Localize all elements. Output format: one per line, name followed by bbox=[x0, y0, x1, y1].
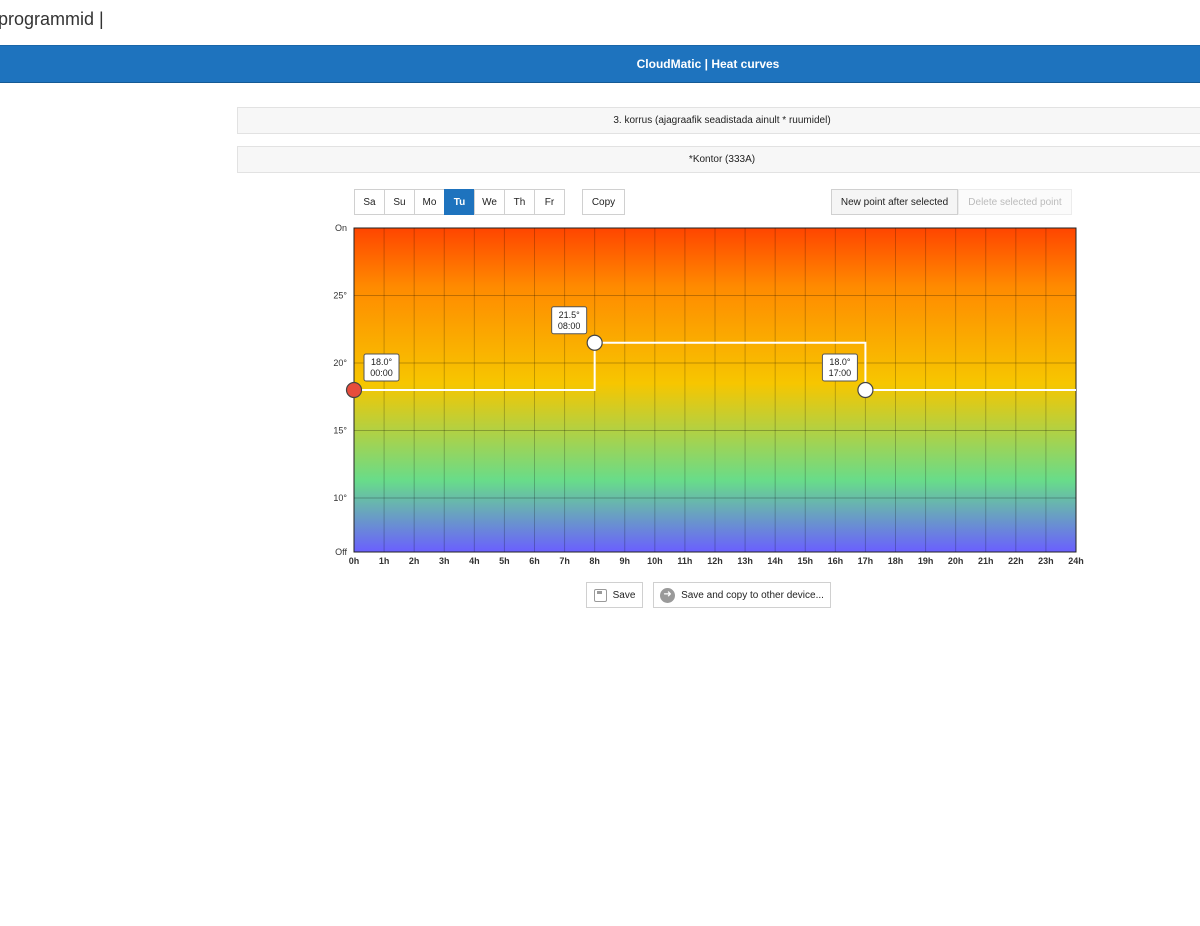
heat-curve-chart[interactable]: Off 10° 15° 20° 25° On 0h 1h 2h 3h 4h 5h 6h 7h 8h 9h 10… bbox=[0, 0, 1200, 575]
arrow-right-circle-icon: ➜ bbox=[660, 587, 676, 603]
x-tick-label: 18h bbox=[888, 556, 904, 566]
curve-point[interactable] bbox=[586, 334, 603, 351]
x-tick-label: 14h bbox=[767, 556, 783, 566]
y-tick-label: 15° bbox=[333, 426, 347, 436]
curve-point[interactable] bbox=[857, 381, 874, 399]
x-tick-label: 4h bbox=[469, 556, 480, 566]
curve-point[interactable] bbox=[345, 381, 363, 399]
x-tick-label: 7h bbox=[559, 556, 570, 566]
x-tick-label: 12h bbox=[707, 556, 723, 566]
save-button[interactable]: Save bbox=[586, 582, 643, 608]
x-tick-label: 10h bbox=[647, 556, 663, 566]
x-tick-label: 24h bbox=[1068, 556, 1084, 566]
x-tick-label: 15h bbox=[797, 556, 813, 566]
x-tick-label: 0h bbox=[349, 556, 360, 566]
point-temp-label: 18.0° bbox=[371, 357, 393, 367]
x-tick-label: 11h bbox=[677, 556, 692, 566]
point-temp-label: 18.0° bbox=[829, 357, 851, 367]
y-tick-label: 20° bbox=[333, 358, 347, 368]
x-tick-label: 23h bbox=[1038, 556, 1054, 566]
x-tick-label: 8h bbox=[589, 556, 600, 566]
x-tick-label: 20h bbox=[948, 556, 964, 566]
y-tick-label: 25° bbox=[333, 291, 347, 301]
x-tick-label: 17h bbox=[858, 556, 874, 566]
x-tick-label: 5h bbox=[499, 556, 510, 566]
save-copy-label: Save and copy to other device... bbox=[681, 589, 824, 601]
y-axis-labels: Off 10° 15° 20° 25° On bbox=[333, 223, 347, 557]
point-time-label: 17:00 bbox=[829, 368, 852, 378]
save-copy-button[interactable]: ➜ Save and copy to other device... bbox=[653, 582, 831, 608]
x-tick-label: 21h bbox=[978, 556, 994, 566]
y-tick-label: Off bbox=[335, 547, 347, 557]
y-tick-label: 10° bbox=[333, 493, 347, 503]
floppy-disk-icon bbox=[593, 588, 607, 602]
x-tick-label: 1h bbox=[379, 556, 390, 566]
x-tick-label: 19h bbox=[918, 556, 934, 566]
x-tick-label: 9h bbox=[619, 556, 630, 566]
x-tick-label: 22h bbox=[1008, 556, 1024, 566]
point-time-label: 08:00 bbox=[558, 321, 581, 331]
x-tick-label: 2h bbox=[409, 556, 420, 566]
point-time-label: 00:00 bbox=[370, 368, 393, 378]
x-tick-label: 16h bbox=[828, 556, 844, 566]
y-tick-label: On bbox=[335, 223, 347, 233]
x-tick-label: 6h bbox=[529, 556, 540, 566]
save-label: Save bbox=[612, 589, 636, 601]
x-tick-label: 3h bbox=[439, 556, 450, 566]
point-temp-label: 21.5° bbox=[559, 310, 581, 320]
x-tick-label: 13h bbox=[737, 556, 753, 566]
x-axis-labels: 0h 1h 2h 3h 4h 5h 6h 7h 8h 9h 10h 11h 12h 13h 14h 15h 16… bbox=[349, 556, 1084, 566]
